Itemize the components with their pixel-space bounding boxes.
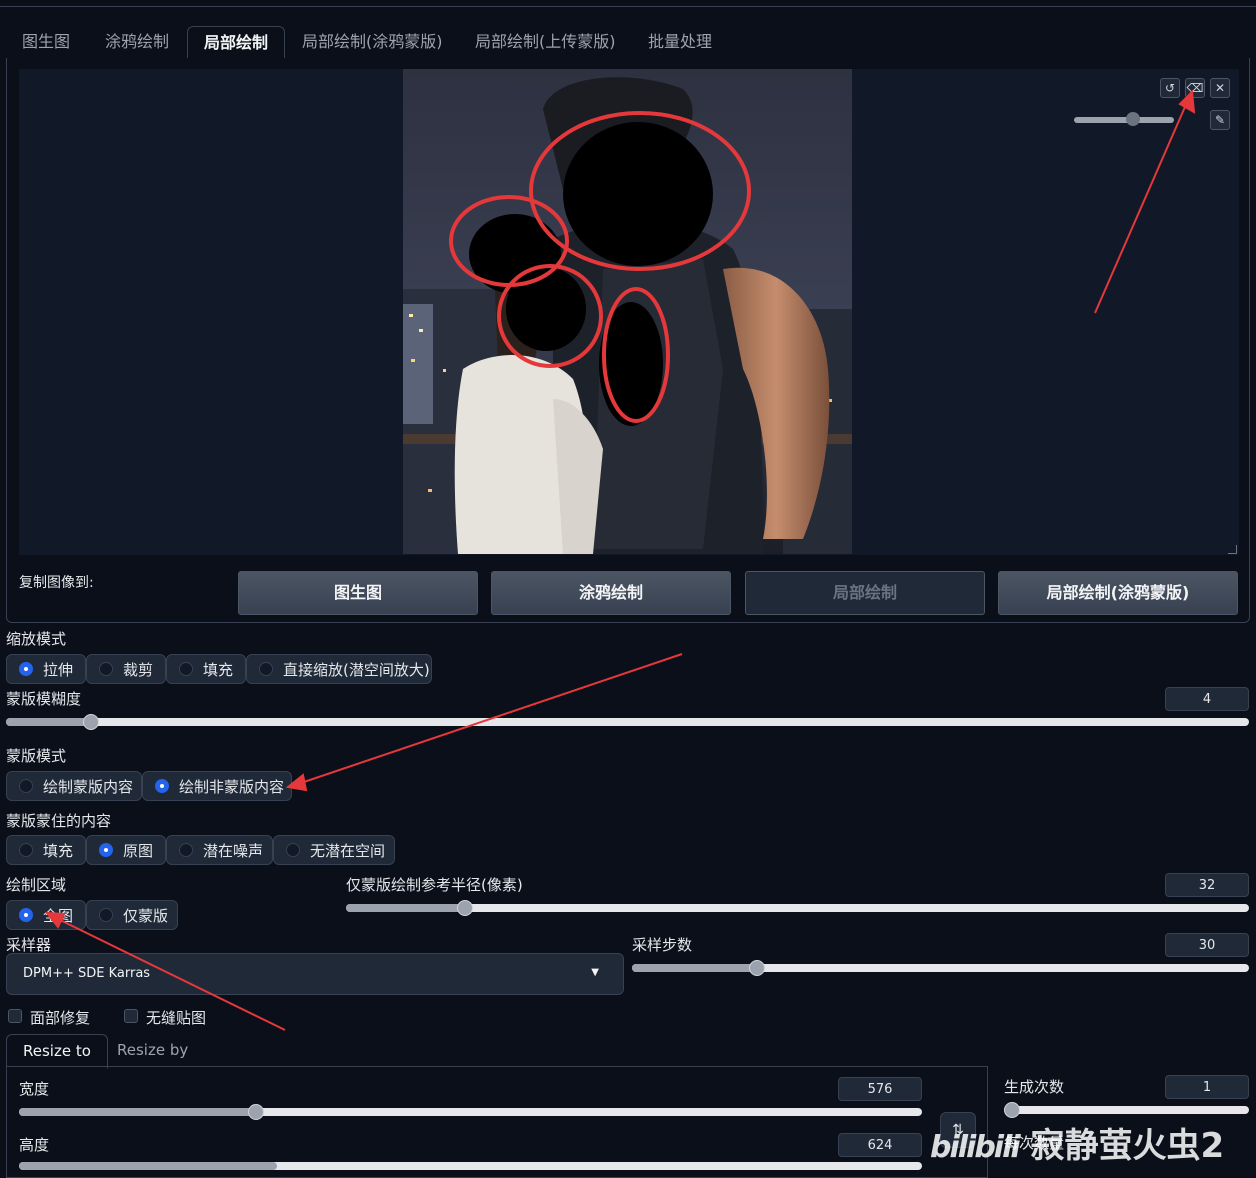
arrow-head [285,773,308,792]
arrow-head [1178,89,1196,114]
bilibili-logo: bilibili [930,1130,1021,1165]
watermark-text: 寂静萤火虫2 [1030,1126,1225,1166]
arrow-to-mask-mode [297,653,683,785]
arrow-to-eraser [1094,99,1189,314]
arrow-head [44,911,66,929]
annotation-arrows [44,89,1196,1031]
watermark: bilibili 寂静萤火虫2 [930,1118,1224,1167]
arrow-to-whole-picture [55,917,286,1031]
